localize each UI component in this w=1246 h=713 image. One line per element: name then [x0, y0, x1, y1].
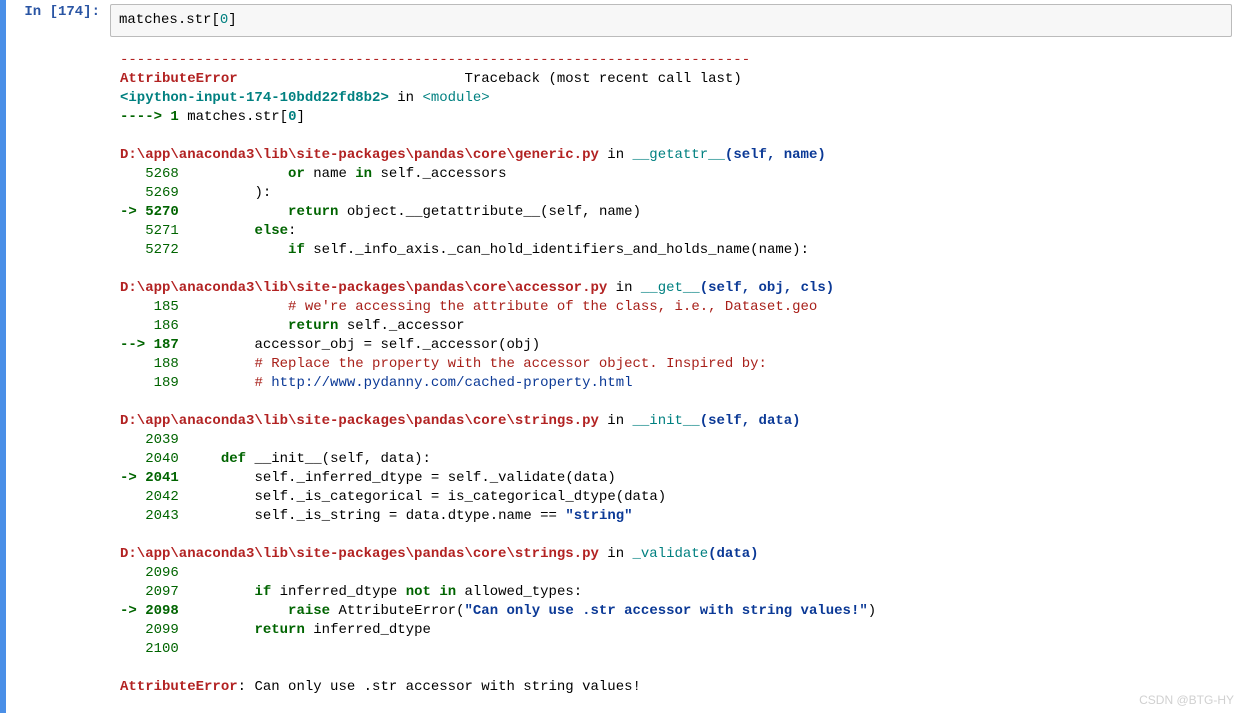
input-prompt: In [174]: [6, 4, 110, 20]
frame3-path: D:\app\anaconda3\lib\site-packages\panda… [120, 413, 599, 429]
frame4-path: D:\app\anaconda3\lib\site-packages\panda… [120, 546, 599, 562]
line-no-188: 188 [120, 356, 187, 372]
frame2-path: D:\app\anaconda3\lib\site-packages\panda… [120, 280, 607, 296]
line-no-2040: 2040 [120, 451, 187, 467]
line-no-5272: 5272 [120, 242, 187, 258]
module-label: <module> [422, 90, 489, 106]
current-arrow-2098: -> 2098 [120, 603, 187, 619]
line-no-2100: 2100 [120, 641, 187, 657]
input-row: In [174]: matches.str[0] [6, 0, 1246, 37]
comment: # Replace the property with the accessor… [254, 356, 766, 372]
current-arrow-187: --> 187 [120, 337, 187, 353]
frame1-path: D:\app\anaconda3\lib\site-packages\panda… [120, 147, 599, 163]
line-no-2043: 2043 [120, 508, 187, 524]
error-name: AttributeError [120, 71, 238, 87]
final-error-msg: Can only use .str accessor with string v… [254, 679, 640, 695]
url-link[interactable]: http://www.pydanny.com/cached-property.h… [271, 375, 632, 391]
line-no-2096: 2096 [120, 565, 187, 581]
source-ipython-ref: <ipython-input-174-10bdd22fd8b2> [120, 90, 389, 106]
comment: # we're accessing the attribute of the c… [288, 299, 817, 315]
final-error-name: AttributeError [120, 679, 238, 695]
line-no-5271: 5271 [120, 223, 187, 239]
code-input-area[interactable]: matches.str[0] [110, 4, 1232, 37]
current-arrow-2041: -> 2041 [120, 470, 187, 486]
output-area: ----------------------------------------… [120, 37, 1246, 697]
line-no-2097: 2097 [120, 584, 187, 600]
line-no-2042: 2042 [120, 489, 187, 505]
line-no-5268: 5268 [120, 166, 187, 182]
notebook-cell: In [174]: matches.str[0] ---------------… [6, 0, 1246, 697]
line-no-2039: 2039 [120, 432, 187, 448]
line-no-186: 186 [120, 318, 187, 334]
line-no-189: 189 [120, 375, 187, 391]
traceback-label: Traceback (most recent call last) [464, 71, 741, 87]
current-arrow-5270: -> 5270 [120, 204, 187, 220]
line-no-5269: 5269 [120, 185, 187, 201]
current-arrow: ----> [120, 109, 162, 125]
line-no-2099: 2099 [120, 622, 187, 638]
cell-left-border [0, 0, 6, 713]
dash-line: ----------------------------------------… [120, 52, 750, 68]
watermark: CSDN @BTG-HY [1139, 693, 1234, 707]
line-no-185: 185 [120, 299, 187, 315]
